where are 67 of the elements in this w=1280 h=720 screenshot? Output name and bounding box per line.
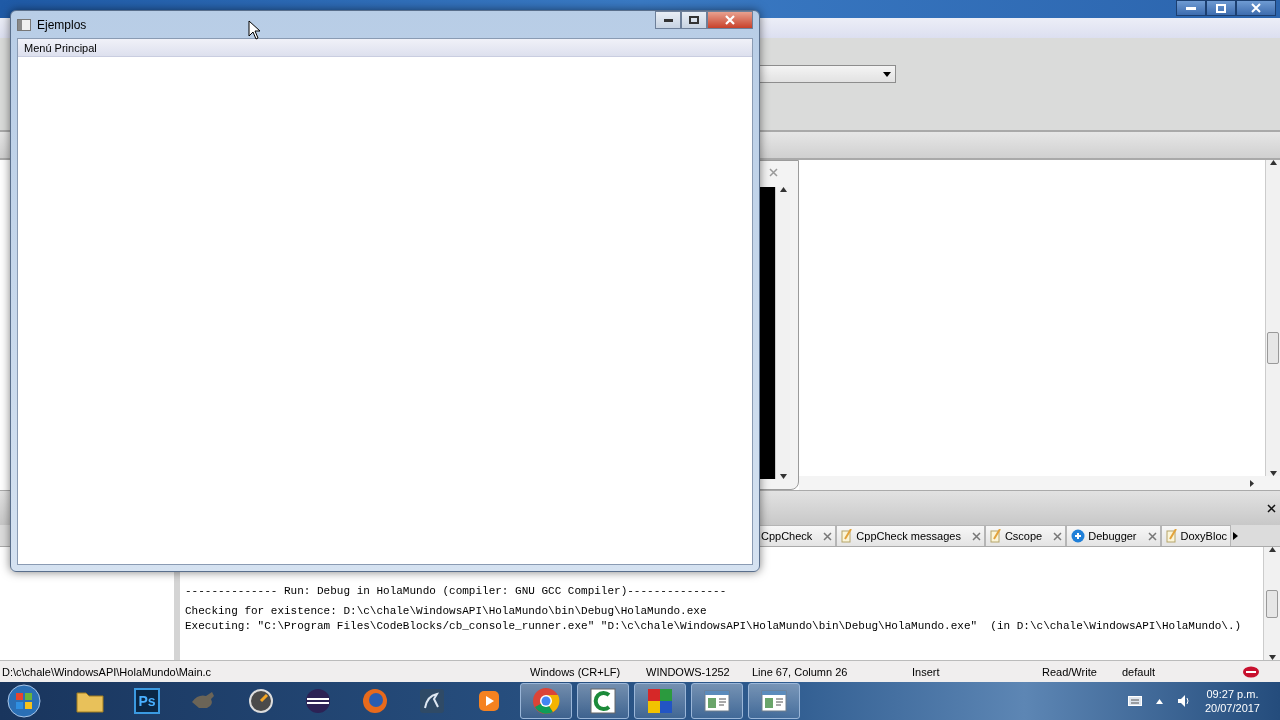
menu-item[interactable]: Menú Principal: [18, 41, 103, 54]
chrome-icon: [532, 687, 560, 715]
pencil-note-icon: [989, 529, 1002, 543]
app-logo: Ps: [134, 688, 160, 714]
scrollbar[interactable]: [1263, 547, 1280, 660]
maximize-icon: [689, 16, 699, 24]
keyboard-icon[interactable]: [1127, 696, 1142, 706]
close-icon: [1251, 3, 1261, 13]
close-button[interactable]: [707, 11, 753, 29]
tab-close-icon[interactable]: [1053, 531, 1063, 541]
arc-icon: [590, 688, 616, 714]
log-tab[interactable]: Debugger: [1066, 525, 1161, 546]
clock-time[interactable]: 09:27 p.m.: [1206, 687, 1259, 701]
taskbar-button[interactable]: [577, 683, 629, 719]
scrollbar[interactable]: [775, 187, 790, 479]
app-icon: [17, 18, 31, 31]
maximize-button[interactable]: [681, 11, 707, 29]
scroll-thumb[interactable]: [1266, 589, 1278, 618]
tab-close-icon[interactable]: [971, 531, 981, 541]
status-field: Windows (CR+LF): [530, 665, 646, 678]
taskbar-button[interactable]: Ps: [121, 683, 173, 719]
log-line: Checking for existence: D:\c\chale\WindowsAPI\HolaMundo\bin\Debug\HolaMundo.exe: [185, 605, 707, 617]
minimize-icon: [663, 18, 673, 22]
scroll-thumb[interactable]: [1267, 332, 1279, 364]
pencil-note-icon: [1165, 529, 1178, 543]
scroll-up-icon[interactable]: [779, 187, 787, 192]
log-tab[interactable]: CppCheck messages: [836, 525, 985, 546]
minimize-button[interactable]: [1176, 0, 1206, 16]
scroll-right-icon[interactable]: [1250, 479, 1254, 487]
debug-icon: [1071, 529, 1086, 543]
start-orb-icon: [7, 684, 41, 718]
status-field: Read/Write: [1042, 665, 1122, 678]
scroll-down-icon[interactable]: [779, 474, 787, 479]
dial-icon: [248, 688, 274, 714]
close-icon: [725, 15, 735, 25]
log-tab[interactable]: Cscope: [984, 525, 1067, 546]
scroll-right-icon[interactable]: [1233, 531, 1238, 540]
start-button[interactable]: [4, 682, 44, 720]
minimize-button[interactable]: [655, 11, 681, 29]
status-field: default: [1122, 665, 1182, 678]
show-hidden-icon[interactable]: [1155, 698, 1163, 704]
scrollbar[interactable]: [1265, 160, 1280, 476]
log-line: -------------- Run: Debug in HolaMundo (compiler: GNU GCC Compiler)---------------: [185, 585, 727, 597]
status-field: WINDOWS-1252: [646, 665, 752, 678]
blocks-icon: [647, 688, 673, 714]
clock-date[interactable]: 20/07/2017: [1204, 701, 1260, 715]
tab-close-icon[interactable]: [823, 531, 833, 541]
close-button[interactable]: [1236, 0, 1276, 16]
status-field: Line 67, Column 26: [752, 665, 912, 678]
play-icon: [477, 689, 501, 713]
maximize-icon: [1216, 3, 1226, 13]
close-icon[interactable]: [1267, 503, 1276, 513]
folder-icon: [76, 689, 104, 713]
status-field: D:\c\chale\WindowsAPI\HolaMundo\Main.c: [0, 665, 530, 678]
tab-close-icon[interactable]: [1147, 531, 1157, 541]
window-icon: [761, 690, 787, 712]
log-tab[interactable]: DoxyBloc: [1160, 525, 1231, 546]
caret-icon: [883, 71, 891, 77]
status-field: Insert: [912, 665, 1042, 678]
maximize-button[interactable]: [1206, 0, 1236, 16]
window-icon: [704, 690, 730, 712]
minimize-icon: [1186, 6, 1196, 10]
pencil-note-icon: [841, 529, 854, 543]
log-line: Executing: "C:\Program Files\CodeBlocks/cb_console_runner.exe" "D:\c\chale\WindowsAPI\HolaMundo\bin\Debug\HolaMundo.exe" (in D:\c\chale\WindowsAPI\HolaMundo\.): [185, 620, 1242, 632]
window-title: Ejemplos: [37, 17, 87, 32]
striped-circle-icon: [305, 688, 331, 714]
speaker-icon[interactable]: [1176, 694, 1191, 708]
